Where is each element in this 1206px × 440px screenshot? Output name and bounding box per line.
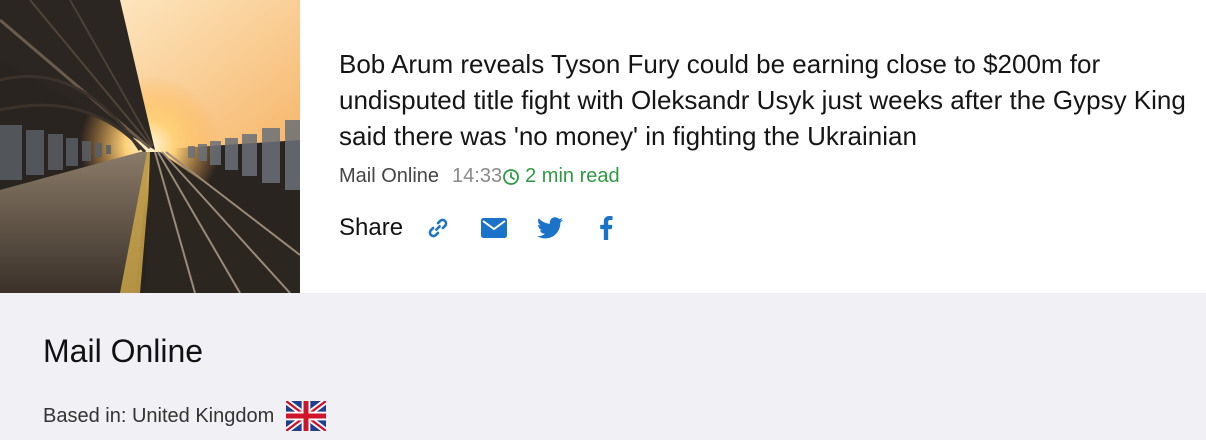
article-headline[interactable]: Bob Arum reveals Tyson Fury could be ear… (339, 46, 1189, 154)
article-card: Bob Arum reveals Tyson Fury could be ear… (0, 0, 1206, 293)
envelope-icon[interactable] (479, 213, 509, 243)
article-thumbnail[interactable] (0, 0, 300, 293)
article-meta: Mail Online 14:33 2 min read (339, 165, 1189, 188)
article-content: Bob Arum reveals Tyson Fury could be ear… (339, 46, 1189, 243)
clock-icon (502, 168, 520, 186)
link-icon[interactable] (423, 213, 453, 243)
source-panel: Mail Online Based in: United Kingdom (0, 293, 1206, 440)
uk-flag-icon (286, 401, 327, 431)
article-time: 14:33 (452, 165, 503, 187)
twitter-icon[interactable] (535, 213, 565, 243)
facebook-icon[interactable] (591, 213, 621, 243)
article-source[interactable]: Mail Online (339, 165, 439, 188)
read-time: 2 min read (525, 165, 620, 187)
based-in-text: Based in: United Kingdom (43, 404, 275, 427)
share-bar: Share (339, 213, 1189, 243)
source-name[interactable]: Mail Online (43, 333, 203, 370)
share-label: Share (339, 214, 404, 241)
source-location: Based in: United Kingdom (43, 401, 327, 431)
